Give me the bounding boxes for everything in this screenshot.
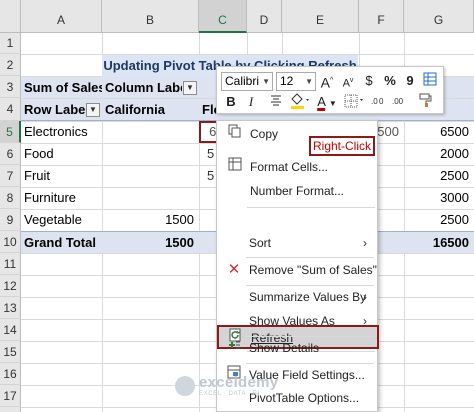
font-color-button[interactable]: A ▼ xyxy=(314,93,340,111)
watermark-name: exceldemy xyxy=(199,374,279,391)
menu-item-remove-field[interactable]: ✕ Remove "Sum of Sales" xyxy=(217,258,377,282)
format-painter-icon xyxy=(419,93,432,107)
menu-item-show-values-as[interactable]: Show Values As › xyxy=(217,309,375,333)
context-menu-lower: Sort › ✕ Remove "Sum of Sales" Summarize… xyxy=(216,120,378,412)
font-size-field[interactable]: 12 ▼ xyxy=(276,72,316,91)
align-center-icon xyxy=(271,95,281,106)
decrease-font-size-button[interactable]: Av xyxy=(339,72,357,90)
bold-icon: B xyxy=(226,94,236,109)
mini-toolbar: Calibri ▼ 12 ▼ A^ Av $ % 9 B I A ▼ .0 0 .… xyxy=(216,66,444,114)
chevron-right-icon: › xyxy=(363,290,367,304)
chevron-right-icon: › xyxy=(363,314,367,328)
menu-item-label: Remove "Sum of Sales" xyxy=(249,263,377,277)
decrease-font-icon: A xyxy=(342,77,350,90)
bold-button[interactable]: B xyxy=(222,93,240,111)
svg-text:0: 0 xyxy=(379,97,384,106)
font-name-field[interactable]: Calibri ▼ xyxy=(221,72,273,91)
exceldemy-logo-icon xyxy=(175,376,195,396)
increase-font-icon: A xyxy=(320,74,331,91)
menu-item-label: Sort xyxy=(249,236,272,250)
percent-icon: % xyxy=(384,73,396,88)
fill-color-button[interactable] xyxy=(287,93,313,111)
italic-icon: I xyxy=(248,94,254,109)
menu-item-label: Summarize Values By xyxy=(249,290,367,304)
menu-item-sort[interactable]: Sort › xyxy=(217,231,375,255)
watermark-tagline: EXCEL · DATA · BI xyxy=(199,391,260,397)
chevron-down-icon: ▼ xyxy=(262,77,270,86)
menu-item-show-details[interactable]: Show Details xyxy=(217,336,375,360)
increase-decimal-button[interactable]: .0 0 xyxy=(370,93,390,111)
format-table-button[interactable] xyxy=(421,72,439,90)
chevron-down-icon: ▼ xyxy=(328,99,337,108)
fill-color-icon xyxy=(291,93,309,109)
increase-font-size-button[interactable]: A^ xyxy=(318,72,336,91)
comma-style-button[interactable]: 9 xyxy=(401,72,419,90)
borders-icon xyxy=(344,94,363,108)
comma-style-icon: 9 xyxy=(406,73,414,88)
menu-item-summarize-values-by[interactable]: Summarize Values By › xyxy=(217,285,375,309)
svg-text:.0: .0 xyxy=(371,97,378,106)
currency-icon: $ xyxy=(365,73,373,88)
decrease-decimal-icon: .00 xyxy=(392,97,404,106)
font-color-icon: A xyxy=(317,94,326,109)
svg-text:.00: .00 xyxy=(392,97,404,106)
currency-format-button[interactable]: $ xyxy=(360,72,378,90)
right-click-callout: Right-Click xyxy=(309,136,375,156)
increase-decimal-icon: .0 0 xyxy=(371,97,384,106)
show-details-icon xyxy=(224,336,244,360)
align-center-button[interactable] xyxy=(262,93,290,111)
format-painter-button[interactable] xyxy=(417,93,435,111)
menu-item-label: Show Details xyxy=(249,341,320,355)
percent-style-button[interactable]: % xyxy=(381,72,399,90)
menu-item-label: Show Values As xyxy=(249,314,335,328)
remove-icon: ✕ xyxy=(227,261,241,278)
borders-button[interactable] xyxy=(342,93,368,111)
italic-button[interactable]: I xyxy=(242,93,260,111)
chevron-right-icon: › xyxy=(363,236,367,250)
font-size-value: 12 xyxy=(280,74,294,88)
decrease-decimal-button[interactable]: .00 xyxy=(391,93,411,111)
chevron-down-icon: ▼ xyxy=(305,77,313,86)
font-name-value: Calibri xyxy=(225,74,260,88)
table-format-icon xyxy=(423,72,437,86)
